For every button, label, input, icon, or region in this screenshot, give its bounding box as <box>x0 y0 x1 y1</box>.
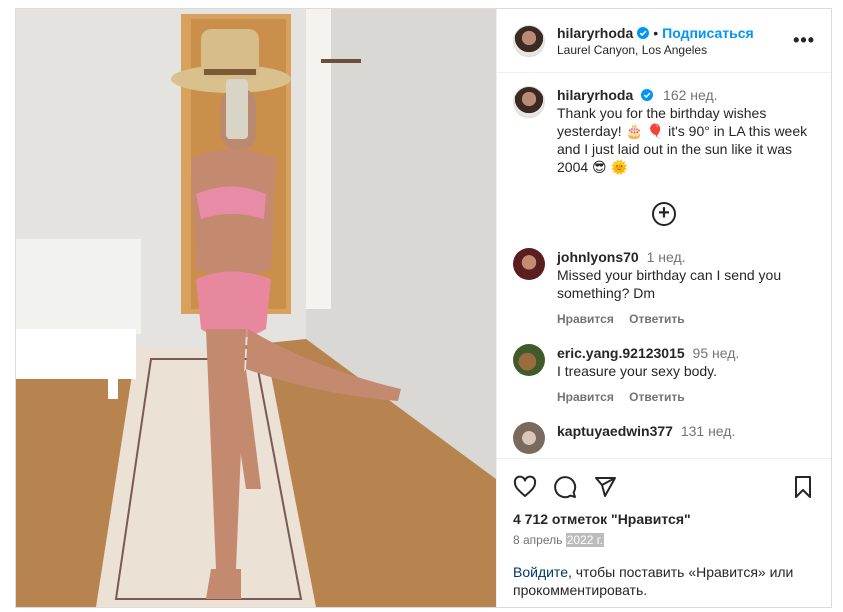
load-more-comments: + <box>513 202 815 226</box>
author-avatar[interactable] <box>513 24 545 57</box>
post-header: hilaryrhoda • Подписаться Laurel Canyon,… <box>497 9 831 73</box>
comments-list[interactable]: hilaryrhoda 162 нед. Thank you for the b… <box>497 74 831 458</box>
comment-item: kaptuyaedwin377 131 нед. <box>513 422 815 454</box>
comment-like-button[interactable]: Нравится <box>557 312 614 326</box>
commenter-avatar[interactable] <box>513 422 545 454</box>
caption-text: Thank you for the birthday wishes yester… <box>557 105 808 175</box>
comment-like-button[interactable]: Нравится <box>557 390 614 404</box>
post-sidebar: hilaryrhoda • Подписаться Laurel Canyon,… <box>496 9 831 607</box>
bookmark-icon[interactable] <box>791 475 815 499</box>
comment-time[interactable]: 95 нед. <box>693 345 740 361</box>
comment-reply-button[interactable]: Ответить <box>629 390 684 404</box>
comment-time[interactable]: 131 нед. <box>681 423 736 439</box>
post-photo[interactable] <box>16 9 496 607</box>
commenter-avatar[interactable] <box>513 248 545 280</box>
caption-time[interactable]: 162 нед. <box>663 87 718 103</box>
like-count[interactable]: 4 712 отметок "Нравится" <box>513 511 815 527</box>
comment-icon[interactable] <box>553 475 577 499</box>
post-date[interactable]: 8 апрель 2022 г. <box>513 533 815 547</box>
follow-button[interactable]: Подписаться <box>662 25 754 41</box>
post-location[interactable]: Laurel Canyon, Los Angeles <box>557 43 793 57</box>
verified-badge-icon <box>637 26 650 39</box>
share-icon[interactable] <box>593 475 617 499</box>
verified-badge-icon <box>641 89 654 101</box>
comment-username[interactable]: kaptuyaedwin377 <box>557 423 673 439</box>
comment-time[interactable]: 1 нед. <box>647 249 686 265</box>
login-link[interactable]: Войдите <box>513 564 568 580</box>
comment-username[interactable]: eric.yang.92123015 <box>557 345 685 361</box>
post-dialog: hilaryrhoda • Подписаться Laurel Canyon,… <box>15 8 832 608</box>
comment-reply-button[interactable]: Ответить <box>629 312 684 326</box>
caption-username[interactable]: hilaryrhoda <box>557 87 633 103</box>
caption-avatar[interactable] <box>513 86 545 118</box>
comment-text: Missed your birthday can I send you some… <box>557 267 782 301</box>
login-prompt: Войдите, чтобы поставить «Нравится» или … <box>513 563 815 599</box>
post-date-year: 2022 г. <box>565 533 605 547</box>
plus-circle-icon[interactable]: + <box>652 202 676 226</box>
comment-text: I treasure your sexy body. <box>557 363 718 379</box>
comment-username[interactable]: johnlyons70 <box>557 249 639 265</box>
comment-item: eric.yang.92123015 95 нед. I treasure yo… <box>513 344 815 406</box>
author-username[interactable]: hilaryrhoda <box>557 25 633 41</box>
commenter-avatar[interactable] <box>513 344 545 376</box>
separator-dot: • <box>653 24 659 41</box>
photo-illustration <box>16 9 496 607</box>
like-heart-icon[interactable] <box>513 475 537 499</box>
post-date-day: 8 апрель <box>513 533 563 547</box>
post-caption: hilaryrhoda 162 нед. Thank you for the b… <box>513 86 815 176</box>
more-options-icon[interactable]: ••• <box>793 30 815 51</box>
post-actions: 4 712 отметок "Нравится" 8 апрель 2022 г… <box>497 458 831 555</box>
comment-item: johnlyons70 1 нед. Missed your birthday … <box>513 248 815 328</box>
